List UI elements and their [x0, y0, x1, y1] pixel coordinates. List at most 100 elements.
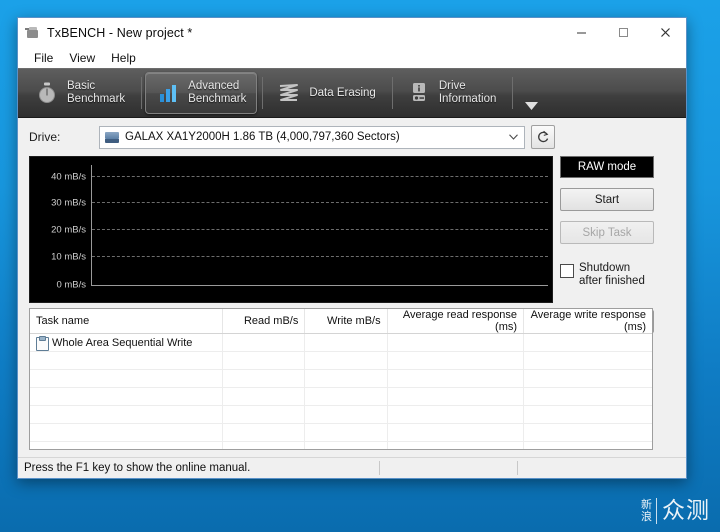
- cell-empty: [30, 387, 224, 406]
- status-message: Press the F1 key to show the online manu…: [24, 462, 251, 474]
- cell-empty: [222, 369, 306, 388]
- tab-drive-information-label: Drive Information: [438, 80, 497, 105]
- cell-empty: [222, 387, 306, 406]
- maximize-icon: [618, 28, 628, 37]
- watermark-line2: 浪: [641, 510, 652, 523]
- tab-drive-information[interactable]: Drive Information: [396, 72, 508, 114]
- chart-ytick-label: 40 mB/s: [51, 171, 86, 183]
- drive-selector-row: Drive: GALAX XA1Y2000H 1.86 TB (4,000,79…: [18, 125, 686, 149]
- menu-item-view[interactable]: View: [61, 49, 103, 67]
- menu-item-file[interactable]: File: [26, 49, 61, 67]
- cell-empty: [523, 369, 652, 388]
- clipboard-icon: [36, 336, 49, 351]
- table-row[interactable]: [30, 387, 652, 406]
- chart-plot-area: 40 mB/s 30 mB/s 20 mB/s 10 mB/s 0 mB/s: [51, 165, 548, 291]
- cell-empty: [387, 387, 525, 406]
- cell-empty: [387, 441, 525, 449]
- toolbar-overflow-button[interactable]: [520, 70, 542, 116]
- application-window: TxBENCH - New project * File View Help B…: [17, 17, 687, 479]
- watermark-divider: [656, 498, 657, 524]
- tab-advanced-benchmark[interactable]: Advanced Benchmark: [145, 72, 258, 114]
- column-header-avg-write[interactable]: Average write response (ms): [523, 309, 652, 334]
- table-header-row: Task name Read mB/s Write mB/s Average r…: [30, 309, 652, 334]
- column-header-avg-read[interactable]: Average read response (ms): [387, 309, 525, 334]
- cell-empty: [387, 423, 525, 442]
- benchmark-chart: 40 mB/s 30 mB/s 20 mB/s 10 mB/s 0 mB/s: [29, 156, 553, 303]
- cell-empty: [222, 351, 306, 370]
- column-header-read[interactable]: Read mB/s: [222, 309, 306, 334]
- chart-gridline: 40 mB/s: [51, 171, 548, 182]
- drive-label: Drive:: [29, 130, 61, 144]
- menu-item-help[interactable]: Help: [103, 49, 144, 67]
- table-row[interactable]: [30, 351, 652, 370]
- cell-empty: [222, 405, 306, 424]
- close-button[interactable]: [644, 18, 686, 47]
- table-row[interactable]: Whole Area Sequential Write: [30, 333, 652, 352]
- chart-ytick-label: 20 mB/s: [51, 224, 86, 236]
- drive-select[interactable]: GALAX XA1Y2000H 1.86 TB (4,000,797,360 S…: [99, 125, 525, 149]
- stopwatch-icon: [35, 80, 59, 106]
- chevron-down-icon: [524, 102, 538, 110]
- shredder-icon: [277, 80, 301, 106]
- title-bar[interactable]: TxBENCH - New project *: [18, 18, 686, 47]
- main-content: Drive: GALAX XA1Y2000H 1.86 TB (4,000,79…: [18, 118, 686, 457]
- minimize-button[interactable]: [560, 18, 602, 47]
- cell-empty: [523, 423, 652, 442]
- shutdown-after-finished-checkbox[interactable]: Shutdown after finished: [560, 262, 652, 288]
- window-controls: [560, 18, 686, 47]
- watermark-brand: 众测: [662, 498, 710, 524]
- table-row[interactable]: [30, 423, 652, 442]
- toolbar-separator: [141, 77, 143, 109]
- column-header-write[interactable]: Write mB/s: [304, 309, 388, 334]
- drive-info-icon: [407, 80, 431, 106]
- cell-empty: [387, 369, 525, 388]
- cell-avg-write: [523, 333, 652, 352]
- close-icon: [660, 28, 670, 37]
- drive-selected-value: GALAX XA1Y2000H 1.86 TB (4,000,797,360 S…: [125, 131, 400, 143]
- table-row[interactable]: [30, 405, 652, 424]
- status-divider: [379, 461, 380, 475]
- cell-write: [304, 333, 388, 352]
- checkbox-box[interactable]: [560, 264, 574, 278]
- refresh-drives-button[interactable]: [531, 125, 555, 149]
- cell-empty: [304, 405, 388, 424]
- column-header-task-name[interactable]: Task name: [30, 309, 224, 334]
- table-row[interactable]: [30, 369, 652, 388]
- cell-empty: [523, 441, 652, 449]
- refresh-icon: [538, 130, 549, 143]
- raw-mode-button[interactable]: RAW mode: [560, 156, 654, 178]
- cell-empty: [304, 441, 388, 449]
- minimize-icon: [576, 32, 586, 34]
- window-title: TxBENCH - New project *: [47, 25, 193, 40]
- cell-read: [222, 333, 306, 352]
- maximize-button[interactable]: [602, 18, 644, 47]
- chevron-down-icon: [509, 127, 518, 148]
- tab-advanced-benchmark-label: Advanced Benchmark: [188, 80, 247, 105]
- start-button[interactable]: Start: [560, 188, 654, 211]
- cell-empty: [30, 405, 224, 424]
- cell-empty: [30, 351, 224, 370]
- cell-task-name: Whole Area Sequential Write: [30, 333, 224, 352]
- toolbar-separator: [262, 77, 264, 109]
- menu-bar: File View Help: [18, 47, 686, 68]
- cell-empty: [523, 405, 652, 424]
- cell-empty: [523, 387, 652, 406]
- results-table: Task name Read mB/s Write mB/s Average r…: [30, 309, 652, 449]
- toolbar-separator: [391, 77, 393, 109]
- cell-empty: [30, 369, 224, 388]
- shutdown-after-finished-label: Shutdown after finished: [579, 262, 645, 287]
- cell-empty: [222, 441, 306, 449]
- app-icon: [25, 25, 41, 41]
- results-table-container[interactable]: Task name Read mB/s Write mB/s Average r…: [29, 308, 653, 450]
- cell-empty: [30, 441, 224, 449]
- chart-gridline: 20 mB/s: [51, 224, 548, 235]
- tab-data-erasing[interactable]: Data Erasing: [266, 72, 386, 114]
- bar-chart-icon: [156, 80, 180, 106]
- tab-basic-benchmark[interactable]: Basic Benchmark: [24, 72, 136, 114]
- tab-basic-benchmark-label: Basic Benchmark: [67, 80, 126, 105]
- hard-drive-icon: [105, 131, 119, 143]
- watermark: 新 浪 众测: [641, 498, 710, 524]
- table-row[interactable]: [30, 441, 652, 449]
- chart-gridline: 30 mB/s: [51, 198, 548, 209]
- tab-data-erasing-label: Data Erasing: [309, 86, 376, 99]
